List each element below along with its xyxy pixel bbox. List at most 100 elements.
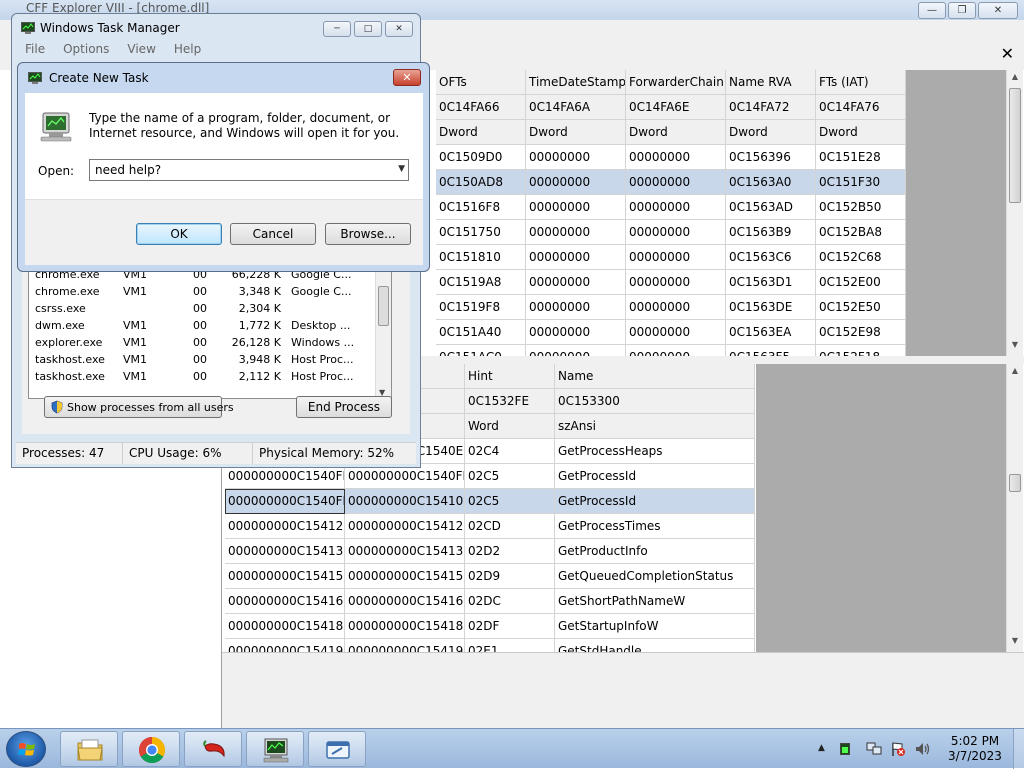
table-row[interactable]: 000000000C15416C 000000000C15416C 02DC GetS… bbox=[225, 589, 755, 614]
grid-cell[interactable]: GetStartupInfoW bbox=[555, 614, 755, 639]
grid-cell[interactable]: 0C151AC0 bbox=[436, 345, 526, 356]
grid-cell[interactable]: 000000000C154192 bbox=[345, 639, 465, 652]
dialog-close-button[interactable]: ✕ bbox=[393, 69, 421, 86]
grid-cell[interactable]: 000000000C1540FE bbox=[225, 489, 345, 514]
action-center-flag-icon[interactable] bbox=[890, 741, 906, 757]
grid-cell[interactable]: 0C1563EA bbox=[726, 320, 816, 345]
grid-cell[interactable]: Word bbox=[465, 414, 555, 439]
grid-cell[interactable]: 000000000C15413E bbox=[345, 539, 465, 564]
grid-cell[interactable]: 0C152F18 bbox=[816, 345, 906, 356]
table-row[interactable]: 000000000C1540FE 000000000C15410E 02C5 GetP… bbox=[225, 489, 755, 514]
grid-cell[interactable]: 02DF bbox=[465, 614, 555, 639]
grid-cell[interactable]: 000000000C15412C bbox=[225, 514, 345, 539]
show-all-processes-button[interactable]: Show processes from all users bbox=[44, 396, 234, 418]
process-list-scrollbar[interactable]: ▼ bbox=[375, 272, 391, 398]
grid-cell[interactable]: 02D2 bbox=[465, 539, 555, 564]
grid-cell[interactable]: GetStdHandle bbox=[555, 639, 755, 652]
grid-cell[interactable]: 0C150AD8 bbox=[436, 170, 526, 195]
grid-cell[interactable]: 000000000C15412C bbox=[345, 514, 465, 539]
grid-cell[interactable]: 00000000 bbox=[626, 245, 726, 270]
grid-cell[interactable]: 02D9 bbox=[465, 564, 555, 589]
process-row[interactable]: taskhost.exe VM1 00 2,112 K Host Proc... bbox=[29, 368, 377, 385]
grid-cell[interactable]: 0C1516F8 bbox=[436, 195, 526, 220]
grid-cell[interactable]: 000000000C15416C bbox=[345, 589, 465, 614]
grid-cell[interactable]: 000000000C154180 bbox=[345, 614, 465, 639]
grid-cell[interactable]: 00000000 bbox=[526, 295, 626, 320]
grid-cell[interactable]: 0C153300 bbox=[555, 389, 755, 414]
grid-cell[interactable]: Dword bbox=[816, 120, 906, 145]
table-row[interactable]: 0C1519F8 00000000 00000000 0C1563DE 0C152E50 bbox=[436, 295, 906, 320]
grid-cell[interactable]: GetQueuedCompletionStatus bbox=[555, 564, 755, 589]
grid-cell[interactable]: 02DC bbox=[465, 589, 555, 614]
grid-cell[interactable]: 00000000 bbox=[626, 220, 726, 245]
grid-cell[interactable]: 02CD bbox=[465, 514, 555, 539]
grid-cell[interactable]: 00000000 bbox=[526, 220, 626, 245]
show-desktop-button[interactable] bbox=[1013, 729, 1024, 769]
taskbar-explorer-button[interactable] bbox=[60, 731, 118, 767]
grid-cell[interactable]: GetProcessHeaps bbox=[555, 439, 755, 464]
table-row[interactable]: 000000000C154192 000000000C154192 02E1 GetS… bbox=[225, 639, 755, 652]
grid-cell[interactable]: Dword bbox=[436, 120, 526, 145]
grid-cell[interactable]: 000000000C15413E bbox=[225, 539, 345, 564]
grid-cell[interactable]: 00000000 bbox=[626, 345, 726, 356]
grid-cell[interactable]: 000000000C154150 bbox=[225, 564, 345, 589]
grid-cell[interactable]: 00000000 bbox=[526, 320, 626, 345]
menu-options[interactable]: Options bbox=[54, 41, 118, 60]
grid-cell[interactable]: 0C1519F8 bbox=[436, 295, 526, 320]
close-button[interactable]: ✕ bbox=[385, 21, 413, 37]
process-row[interactable]: csrss.exe 00 2,304 K bbox=[29, 300, 377, 317]
grid-cell[interactable]: 0C152E00 bbox=[816, 270, 906, 295]
grid-cell[interactable]: 000000000C154180 bbox=[225, 614, 345, 639]
grid-cell[interactable]: 0C151E28 bbox=[816, 145, 906, 170]
grid-cell[interactable]: TimeDateStamp bbox=[526, 70, 626, 95]
grid-cell[interactable]: 0C151750 bbox=[436, 220, 526, 245]
grid-cell[interactable]: 0C1563DE bbox=[726, 295, 816, 320]
grid-cell[interactable]: 02C5 bbox=[465, 489, 555, 514]
grid-cell[interactable]: 0C1563B9 bbox=[726, 220, 816, 245]
grid-cell[interactable]: 0C14FA6E bbox=[626, 95, 726, 120]
grid-cell[interactable]: 02C5 bbox=[465, 464, 555, 489]
table-row[interactable]: 000000000C154150 000000000C154150 02D9 GetQ… bbox=[225, 564, 755, 589]
grid-cell[interactable]: 00000000 bbox=[526, 345, 626, 356]
grid-cell[interactable]: 00000000 bbox=[526, 245, 626, 270]
taskbar-clock[interactable]: 5:02 PM 3/7/2023 bbox=[940, 734, 1010, 764]
grid-cell[interactable]: FTs (IAT) bbox=[816, 70, 906, 95]
field-info-row[interactable]: 0C14FA66 0C14FA6A 0C14FA6E 0C14FA72 0C14FA76 bbox=[436, 95, 906, 120]
grid-cell[interactable]: 0C152BA8 bbox=[816, 220, 906, 245]
maximize-button[interactable]: □ bbox=[354, 21, 382, 37]
grid-cell[interactable]: 00000000 bbox=[526, 145, 626, 170]
grid-cell[interactable]: 000000000C154192 bbox=[225, 639, 345, 652]
menu-file[interactable]: File bbox=[16, 41, 54, 60]
grid-cell[interactable]: GetProcessId bbox=[555, 489, 755, 514]
grid-cell[interactable]: GetProductInfo bbox=[555, 539, 755, 564]
grid-cell[interactable]: Name RVA bbox=[726, 70, 816, 95]
grid-cell[interactable]: 0C152E50 bbox=[816, 295, 906, 320]
grid-cell[interactable]: 02E1 bbox=[465, 639, 555, 652]
grid-cell[interactable]: 0C1563F5 bbox=[726, 345, 816, 356]
table-row[interactable]: 000000000C15413E 000000000C15413E 02D2 GetP… bbox=[225, 539, 755, 564]
menu-view[interactable]: View bbox=[118, 41, 164, 60]
process-row[interactable]: chrome.exe VM1 00 66,228 K Google C... bbox=[29, 272, 377, 283]
grid-cell[interactable]: 00000000 bbox=[526, 195, 626, 220]
table-row[interactable]: 0C151810 00000000 00000000 0C1563C6 0C152C68 bbox=[436, 245, 906, 270]
taskbar-run-button[interactable] bbox=[308, 731, 366, 767]
column-header-row[interactable]: OFTs TimeDateStamp ForwarderChain Name RVA F… bbox=[436, 70, 906, 95]
process-row[interactable]: taskhost.exe VM1 00 3,948 K Host Proc... bbox=[29, 351, 377, 368]
upper-grid-scrollbar[interactable]: ▲ ▼ bbox=[1006, 70, 1023, 356]
grid-cell[interactable]: Hint bbox=[465, 364, 555, 389]
field-info-row[interactable]: Dword Dword Dword Dword Dword bbox=[436, 120, 906, 145]
grid-cell[interactable]: 0C14FA6A bbox=[526, 95, 626, 120]
volume-icon[interactable] bbox=[914, 741, 930, 757]
close-icon[interactable]: ✕ bbox=[1001, 44, 1014, 63]
minimize-button[interactable]: ─ bbox=[323, 21, 351, 37]
table-row[interactable]: 0C151AC000000000000000000C1563F50C152F18 bbox=[436, 345, 906, 356]
cancel-button[interactable]: Cancel bbox=[230, 223, 316, 245]
grid-cell[interactable]: 00000000 bbox=[626, 145, 726, 170]
grid-cell[interactable]: 00000000 bbox=[526, 270, 626, 295]
grid-cell[interactable]: 0C1563C6 bbox=[726, 245, 816, 270]
table-row[interactable]: 0C150AD8 00000000 00000000 0C1563A0 0C151F30 bbox=[436, 170, 906, 195]
maximize-button[interactable]: ❐ bbox=[948, 2, 976, 19]
grid-cell[interactable]: 0C14FA72 bbox=[726, 95, 816, 120]
grid-cell[interactable]: 0C156396 bbox=[726, 145, 816, 170]
table-row[interactable]: 0C1516F8 00000000 00000000 0C1563AD 0C152B50 bbox=[436, 195, 906, 220]
